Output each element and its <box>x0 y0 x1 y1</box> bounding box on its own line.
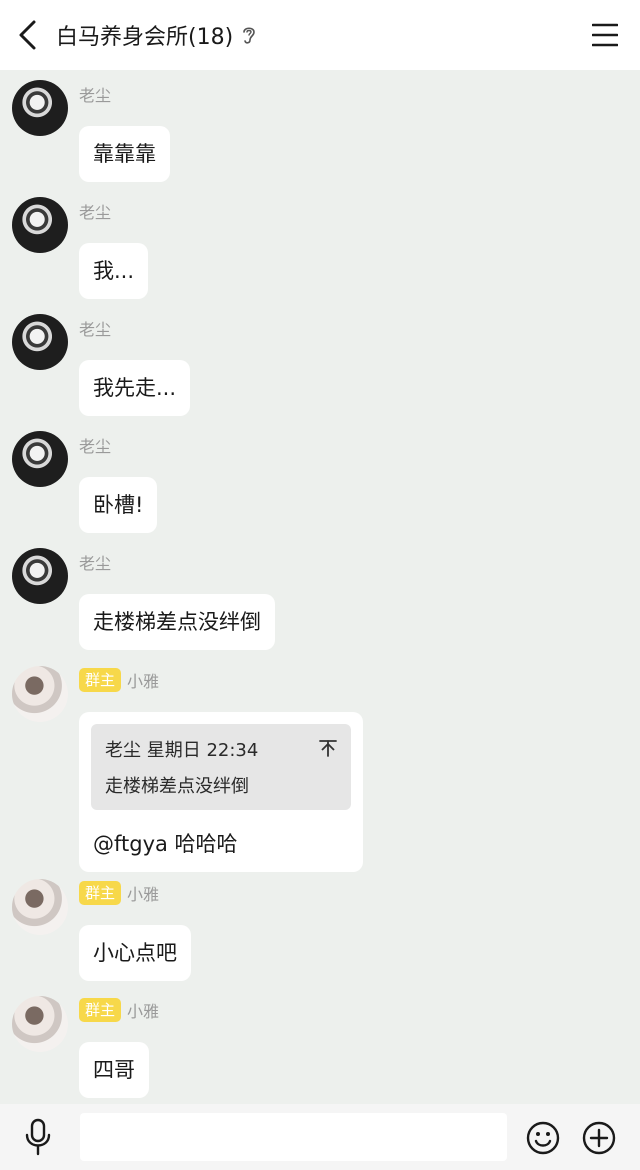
quote-author: 老尘 <box>105 740 141 761</box>
sender-name: 老尘 <box>79 437 112 456</box>
sender-row: 群主 小雅 <box>79 881 159 905</box>
voice-button[interactable] <box>22 1118 54 1156</box>
message-bubble[interactable]: 靠靠靠 <box>79 126 170 182</box>
menu-button[interactable] <box>591 20 619 50</box>
sender-row: 老尘 <box>79 199 111 223</box>
sender-name: 老尘 <box>79 320 112 339</box>
back-button[interactable] <box>8 14 48 56</box>
quote-header: 老尘 星期日 22:34 <box>105 736 339 762</box>
message-bubble[interactable]: 小心点吧 <box>79 925 191 981</box>
reply-message-bubble[interactable]: 老尘 星期日 22:34 走楼梯差点没绊倒 @ftgya 哈哈哈 <box>79 712 363 872</box>
sender-name: 老尘 <box>79 86 112 105</box>
input-bar <box>0 1104 640 1170</box>
message-bubble[interactable]: 走楼梯差点没绊倒 <box>79 594 275 650</box>
message-list[interactable]: 老尘 靠靠靠 老尘 我... 老尘 我先走... 老尘 卧槽! 老尘 走楼梯差点… <box>0 70 640 1104</box>
sender-row: 老尘 <box>79 550 111 574</box>
message-input[interactable] <box>80 1113 507 1161</box>
sender-row: 老尘 <box>79 316 111 340</box>
sender-row: 老尘 <box>79 82 111 106</box>
top-bar: 白马养身会所(18) <box>0 0 640 70</box>
chat-title: 白马养身会所(18) <box>56 25 234 50</box>
avatar[interactable] <box>12 314 68 370</box>
sender-row: 老尘 <box>79 433 111 457</box>
avatar[interactable] <box>12 666 68 722</box>
avatar[interactable] <box>12 548 68 604</box>
quoted-message[interactable]: 老尘 星期日 22:34 走楼梯差点没绊倒 <box>91 724 351 810</box>
message-bubble[interactable]: 我先走... <box>79 360 191 416</box>
microphone-icon <box>25 1118 51 1156</box>
sender-row: 群主 小雅 <box>79 998 159 1022</box>
avatar[interactable] <box>12 996 68 1052</box>
ear-icon <box>241 24 257 46</box>
owner-badge: 群主 <box>79 881 122 905</box>
quote-text: 走楼梯差点没绊倒 <box>105 776 249 797</box>
sender-row: 群主 小雅 <box>79 668 159 692</box>
more-button[interactable] <box>582 1121 616 1155</box>
message-bubble[interactable]: 四哥 <box>79 1042 149 1098</box>
avatar[interactable] <box>12 879 68 935</box>
message-bubble[interactable]: 卧槽! <box>79 477 158 533</box>
avatar[interactable] <box>12 197 68 253</box>
avatar[interactable] <box>12 431 68 487</box>
chevron-left-icon <box>19 20 36 50</box>
title-area: 白马养身会所(18) <box>56 0 257 70</box>
smiley-icon <box>526 1121 560 1155</box>
jump-to-top-icon[interactable] <box>319 738 337 762</box>
message-bubble[interactable]: 我... <box>79 243 149 299</box>
sender-name: 小雅 <box>127 885 160 904</box>
owner-badge: 群主 <box>79 998 122 1022</box>
reply-text: @ftgya 哈哈哈 <box>93 832 238 856</box>
sender-name: 小雅 <box>127 672 160 691</box>
emoji-button[interactable] <box>526 1121 560 1155</box>
quote-time: 星期日 22:34 <box>146 740 259 761</box>
sender-name: 小雅 <box>127 1002 160 1021</box>
sender-name: 老尘 <box>79 554 112 573</box>
hamburger-menu-icon <box>591 23 619 47</box>
sender-name: 老尘 <box>79 203 112 222</box>
plus-circle-icon <box>582 1121 616 1155</box>
avatar[interactable] <box>12 80 68 136</box>
owner-badge: 群主 <box>79 668 122 692</box>
